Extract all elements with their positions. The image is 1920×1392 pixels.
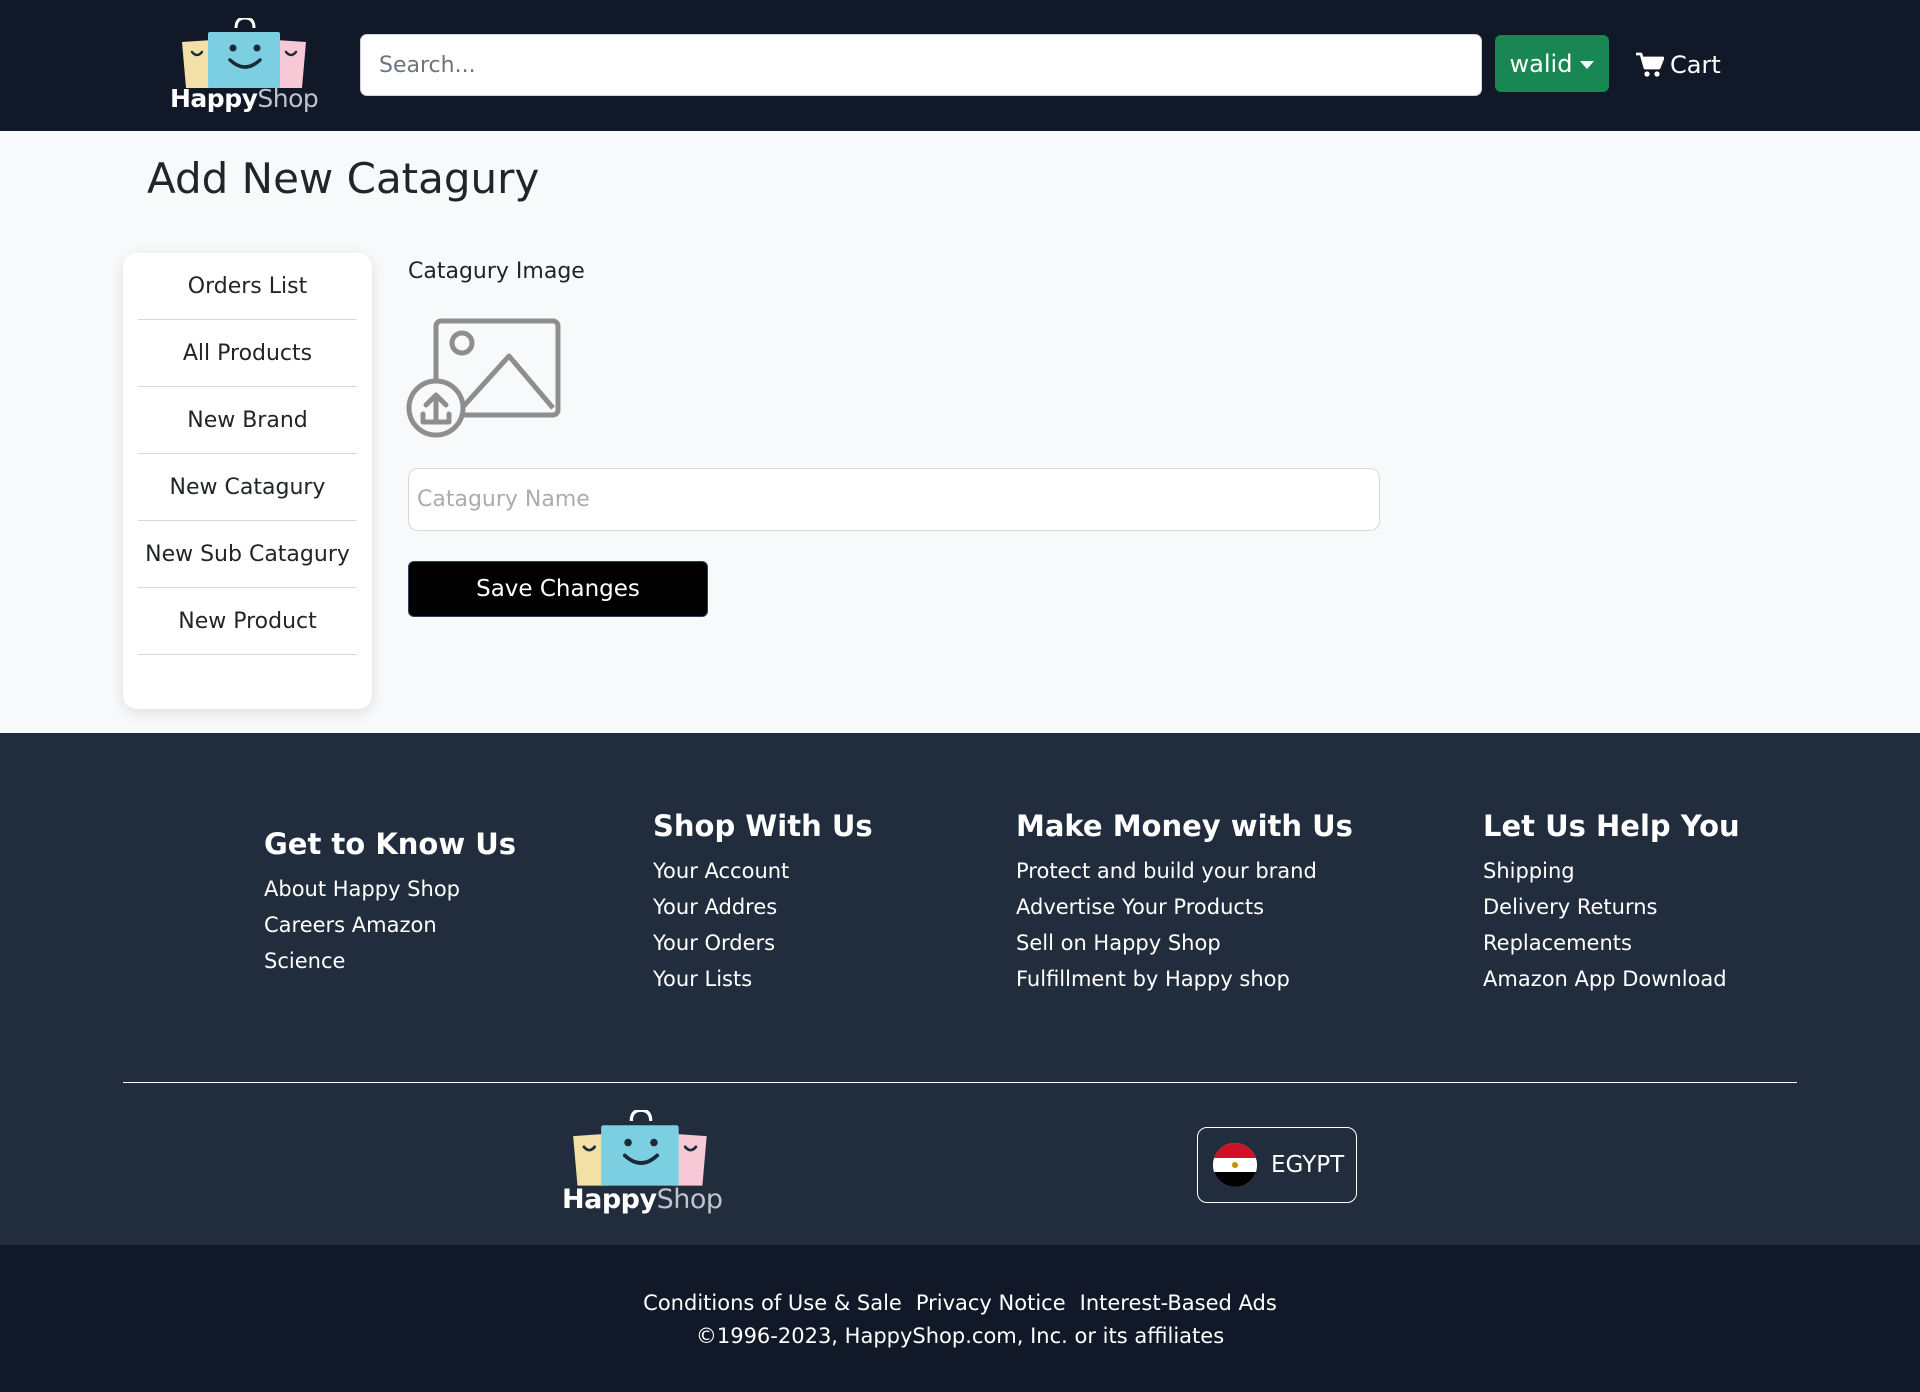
footer-link-your-account[interactable]: Your Account [653, 853, 873, 889]
cart-label: Cart [1670, 51, 1721, 79]
footer-link-advertise[interactable]: Advertise Your Products [1016, 889, 1353, 925]
logo-word-happy: Happy [562, 1184, 657, 1215]
conditions-of-use-link[interactable]: Conditions of Use & Sale [643, 1291, 902, 1315]
page-title: Add New Catagury [147, 154, 540, 203]
admin-sidebar: Orders List All Products New Brand New C… [123, 253, 372, 709]
footer-column-title: Get to Know Us [264, 827, 517, 861]
footer-link-science[interactable]: Science [264, 943, 516, 979]
sidebar-item-new-catagury[interactable]: New Catagury [138, 454, 357, 521]
footer-link-shipping[interactable]: Shipping [1483, 853, 1740, 889]
sidebar-item-new-sub-catagury[interactable]: New Sub Catagury [138, 521, 357, 588]
sidebar-item-all-products[interactable]: All Products [138, 320, 357, 387]
sidebar-item-label: All Products [182, 340, 313, 366]
footer-column-make-money: Make Money with Us Protect and build you… [1016, 809, 1353, 997]
logo-wordmark: HappyShop [170, 84, 319, 113]
footer-column-get-to-know-us: Get to Know Us About Happy Shop Careers … [264, 827, 516, 979]
copyright-text: ©1996-2023, HappyShop.com, Inc. or its a… [695, 1324, 1225, 1348]
shopping-bags-icon [182, 18, 306, 88]
footer: Get to Know Us About Happy Shop Careers … [0, 733, 1920, 1245]
page: HappyShop walid Cart Add New Catagury Or… [0, 0, 1920, 1392]
sidebar-item-new-product[interactable]: New Product [138, 588, 357, 655]
sidebar-item-label: New Catagury [169, 474, 326, 500]
footer-happyshop-logo[interactable]: HappyShop [560, 1110, 723, 1216]
country-selector-button[interactable]: EGYPT [1197, 1127, 1357, 1203]
footer-column-title: Shop With Us [653, 809, 873, 843]
footer-legal: Conditions of Use & Sale Privacy Notice … [0, 1245, 1920, 1392]
cart-link[interactable]: Cart [1636, 48, 1721, 82]
footer-link-your-orders[interactable]: Your Orders [653, 925, 873, 961]
search-input[interactable] [360, 34, 1482, 96]
footer-link-your-lists[interactable]: Your Lists [653, 961, 873, 997]
cart-icon [1636, 52, 1664, 77]
footer-column-title: Let Us Help You [1483, 809, 1740, 843]
footer-link-delivery-returns[interactable]: Delivery Returns [1483, 889, 1740, 925]
footer-link-sell[interactable]: Sell on Happy Shop [1016, 925, 1353, 961]
caret-down-icon [1580, 60, 1595, 69]
footer-divider [123, 1082, 1797, 1083]
save-changes-button[interactable]: Save Changes [408, 561, 708, 617]
footer-column-shop-with-us: Shop With Us Your Account Your Addres Yo… [653, 809, 873, 997]
country-label: EGYPT [1271, 1152, 1345, 1178]
shopping-bags-icon [573, 1110, 707, 1186]
sidebar-item-label: New Sub Catagury [145, 541, 350, 567]
sidebar-item-label: New Brand [187, 407, 308, 433]
privacy-notice-link[interactable]: Privacy Notice [916, 1291, 1066, 1315]
footer-link-protect-brand[interactable]: Protect and build your brand [1016, 853, 1353, 889]
logo-word-happy: Happy [170, 84, 258, 113]
interest-based-ads-link[interactable]: Interest-Based Ads [1080, 1291, 1277, 1315]
catagury-image-label: Catagury Image [408, 259, 585, 284]
egypt-flag-icon [1213, 1143, 1257, 1187]
sidebar-item-orders-list[interactable]: Orders List [138, 253, 357, 320]
logo-word-shop: Shop [656, 1184, 723, 1215]
top-navbar: HappyShop walid Cart [0, 0, 1920, 131]
footer-link-replacements[interactable]: Replacements [1483, 925, 1740, 961]
catagury-name-input[interactable] [408, 468, 1380, 531]
sidebar-item-label: Orders List [187, 273, 308, 299]
footer-column-title: Make Money with Us [1016, 809, 1353, 843]
image-upload-icon[interactable] [406, 316, 562, 440]
legal-links: Conditions of Use & Sale Privacy Notice … [0, 1291, 1920, 1315]
logo-word-shop: Shop [257, 84, 319, 113]
sidebar-item-label: New Product [178, 608, 317, 634]
user-menu-button[interactable]: walid [1495, 35, 1609, 92]
footer-link-careers[interactable]: Careers Amazon [264, 907, 516, 943]
footer-column-help: Let Us Help You Shipping Delivery Return… [1483, 809, 1740, 997]
footer-link-about[interactable]: About Happy Shop [264, 871, 516, 907]
sidebar-item-new-brand[interactable]: New Brand [138, 387, 357, 454]
footer-link-app-download[interactable]: Amazon App Download [1483, 961, 1740, 997]
logo-wordmark: HappyShop [562, 1184, 723, 1215]
user-name-label: walid [1509, 49, 1573, 78]
footer-link-your-addres[interactable]: Your Addres [653, 889, 873, 925]
happyshop-logo[interactable]: HappyShop [168, 18, 319, 114]
footer-link-fulfillment[interactable]: Fulfillment by Happy shop [1016, 961, 1353, 997]
